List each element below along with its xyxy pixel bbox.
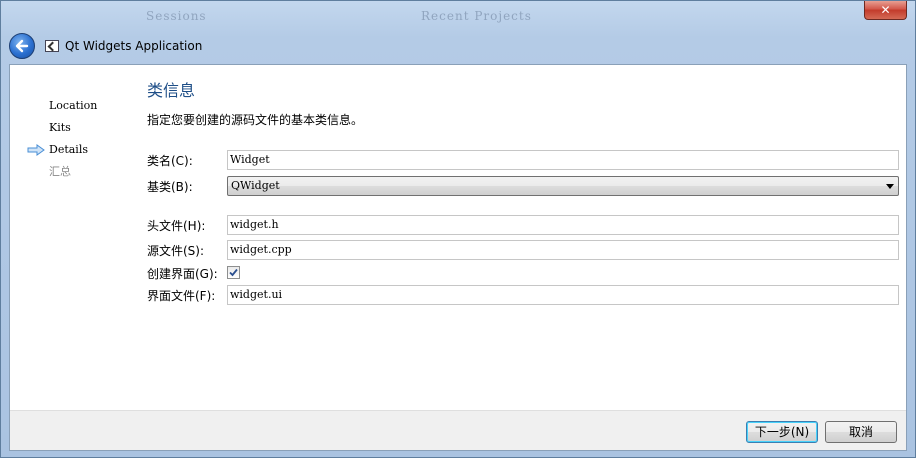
generate-form-row: 创建界面(G): xyxy=(147,263,227,283)
form-file-row: 界面文件(F): xyxy=(147,285,227,305)
base-class-value: QWidget xyxy=(231,179,280,192)
next-button[interactable]: 下一步(N) xyxy=(746,421,818,443)
wizard-footer: 下一步(N) 取消 xyxy=(10,410,906,450)
title-bar: Qt Widgets Application xyxy=(9,29,889,63)
app-icon xyxy=(45,40,59,52)
wizard-steps: Location Kits Details 汇总 xyxy=(10,95,140,183)
back-arrow-icon xyxy=(15,39,29,53)
header-file-row: 头文件(H): xyxy=(147,215,227,235)
window-frame: Sessions Recent Projects ✕ Qt Widgets Ap… xyxy=(0,0,916,458)
class-name-row: 类名(C): xyxy=(147,150,227,170)
base-class-label: 基类(B): xyxy=(147,179,193,194)
checkmark-icon xyxy=(229,268,238,277)
form-file-input[interactable]: widget.ui xyxy=(227,285,899,305)
cancel-button[interactable]: 取消 xyxy=(825,421,897,443)
background-text: Recent Projects xyxy=(421,9,532,23)
page-title: 类信息 xyxy=(147,81,196,100)
wizard-client-area: Location Kits Details 汇总 类信息 指定您要创建的源码文件… xyxy=(9,64,907,451)
header-file-label: 头文件(H): xyxy=(147,218,206,233)
source-file-input[interactable]: widget.cpp xyxy=(227,240,899,260)
source-file-row: 源文件(S): xyxy=(147,240,227,260)
chevron-down-icon xyxy=(886,184,894,189)
header-file-input[interactable]: widget.h xyxy=(227,215,899,235)
form-file-label: 界面文件(F): xyxy=(147,288,216,303)
close-button[interactable]: ✕ xyxy=(864,1,907,20)
generate-form-label: 创建界面(G): xyxy=(147,266,218,281)
step-location: Location xyxy=(49,99,98,112)
generate-form-checkbox[interactable] xyxy=(227,266,240,279)
step-kits: Kits xyxy=(49,121,71,134)
base-class-combobox[interactable]: QWidget xyxy=(227,176,899,196)
step-details: Details xyxy=(10,139,140,161)
step-summary: 汇总 xyxy=(49,165,71,178)
back-button[interactable] xyxy=(9,33,35,59)
page-description: 指定您要创建的源码文件的基本类信息。 xyxy=(147,113,364,127)
source-file-label: 源文件(S): xyxy=(147,243,205,258)
current-step-arrow-icon xyxy=(27,144,45,156)
background-text: Sessions xyxy=(146,9,207,23)
base-class-row: 基类(B): xyxy=(147,176,227,196)
close-icon: ✕ xyxy=(880,3,891,17)
class-name-input[interactable]: Widget xyxy=(227,150,899,170)
class-name-label: 类名(C): xyxy=(147,153,193,168)
window-title: Qt Widgets Application xyxy=(65,39,203,53)
